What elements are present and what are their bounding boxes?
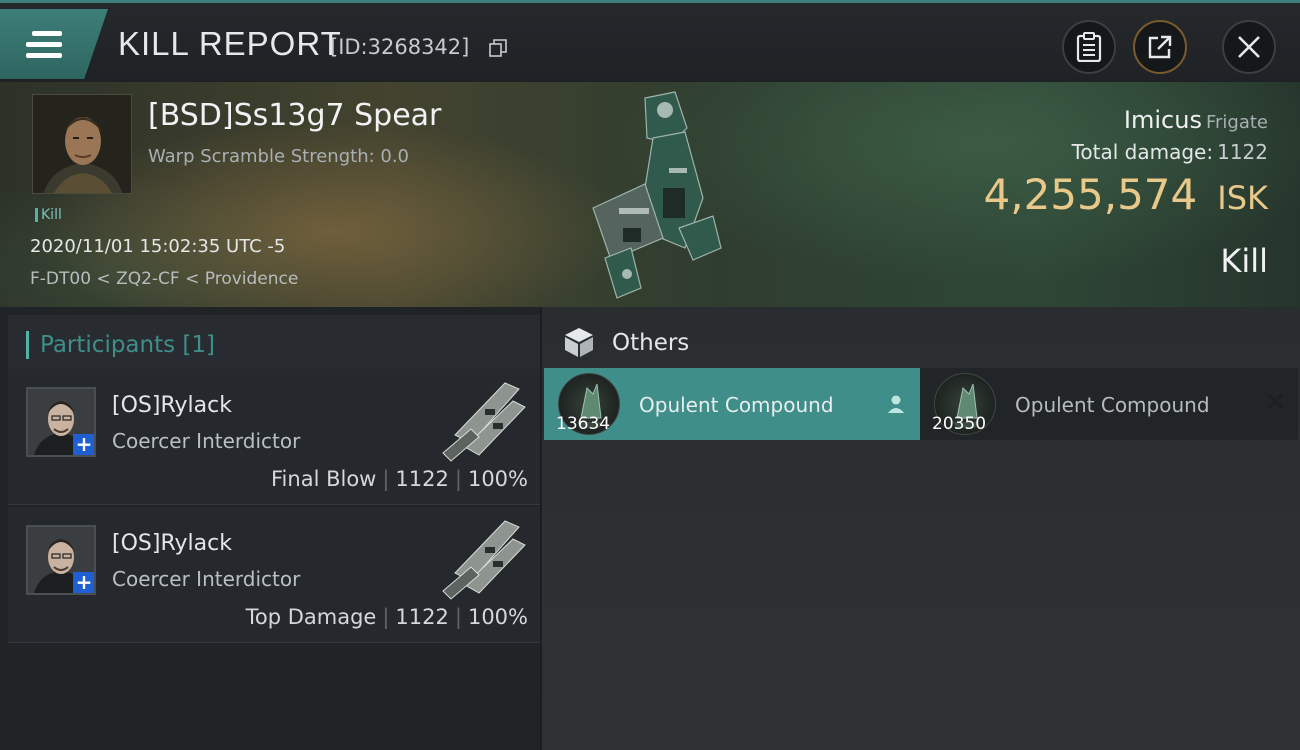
participant-ship: Coercer Interdictor (112, 429, 301, 453)
kill-datetime: 2020/11/01 15:02:35 UTC -5 (30, 236, 286, 257)
participant-ship-image (442, 520, 526, 600)
participant-name: [OS]Rylack (112, 393, 232, 418)
clipboard-icon (1076, 32, 1102, 62)
result-label: Kill (1220, 242, 1268, 280)
participant-ship-image (442, 382, 526, 462)
menu-icon (26, 31, 62, 58)
menu-button[interactable] (0, 9, 108, 79)
close-button[interactable] (1222, 20, 1276, 74)
participant-name: [OS]Rylack (112, 531, 232, 556)
participant-stats: Final Blow | 1122 | 100% (271, 467, 528, 491)
participant-row[interactable]: + [OS]Rylack Coercer Interdictor Top Dam… (8, 507, 540, 643)
participant-ship: Coercer Interdictor (112, 567, 301, 591)
warp-scramble-strength: Warp Scramble Strength: 0.0 (148, 146, 410, 167)
participant-portrait[interactable]: + (26, 525, 96, 595)
participant-portrait[interactable]: + (26, 387, 96, 457)
close-icon (1238, 36, 1260, 58)
copy-icon[interactable] (489, 39, 507, 57)
item-name: Opulent Compound (1015, 393, 1210, 417)
dropped-item[interactable]: 13634 Opulent Compound (544, 368, 920, 440)
share-icon (1148, 35, 1172, 59)
kill-summary-banner: [BSD]Ss13g7 Spear Warp Scramble Strength… (0, 82, 1300, 307)
participants-panel: Participants [1] + [OS]Rylack Coercer In… (0, 307, 540, 750)
participants-header: Participants [1] (8, 315, 540, 373)
isk-value: 4,255,574 ISK (983, 170, 1269, 219)
report-id: [ID:3268342] (330, 35, 470, 59)
remove-icon[interactable]: ✕ (1264, 388, 1286, 418)
victim-portrait[interactable] (32, 94, 132, 194)
top-bar: KILL REPORT [ID:3268342] (0, 0, 1300, 82)
victim-name: [BSD]Ss13g7 Spear (148, 98, 442, 133)
others-panel: Others 13634 Opulent Compound 20350 Opul… (542, 307, 1300, 750)
victim-ship-type: Imicus Frigate (1123, 106, 1268, 134)
share-button[interactable] (1133, 20, 1187, 74)
item-quantity: 13634 (556, 414, 611, 434)
total-damage: Total damage: 1122 (1071, 140, 1268, 164)
add-contact-icon[interactable]: + (73, 434, 94, 455)
kill-tag: Kill (35, 207, 62, 223)
item-quantity: 20350 (932, 414, 987, 434)
victim-ship-image (592, 91, 722, 299)
others-header: Others (542, 315, 1300, 369)
person-icon (888, 395, 904, 413)
clipboard-button[interactable] (1062, 20, 1116, 74)
dropped-item[interactable]: 20350 Opulent Compound ✕ (920, 368, 1298, 440)
participant-stats: Top Damage | 1122 | 100% (245, 605, 528, 629)
box-icon (565, 328, 593, 357)
kill-location: F-DT00 < ZQ2-CF < Providence (30, 269, 299, 289)
item-name: Opulent Compound (639, 393, 834, 417)
add-contact-icon[interactable]: + (73, 572, 94, 593)
others-title: Others (612, 330, 690, 356)
participant-row[interactable]: + [OS]Rylack Coercer Interdictor Final B… (8, 369, 540, 505)
page-title: KILL REPORT (118, 25, 342, 62)
